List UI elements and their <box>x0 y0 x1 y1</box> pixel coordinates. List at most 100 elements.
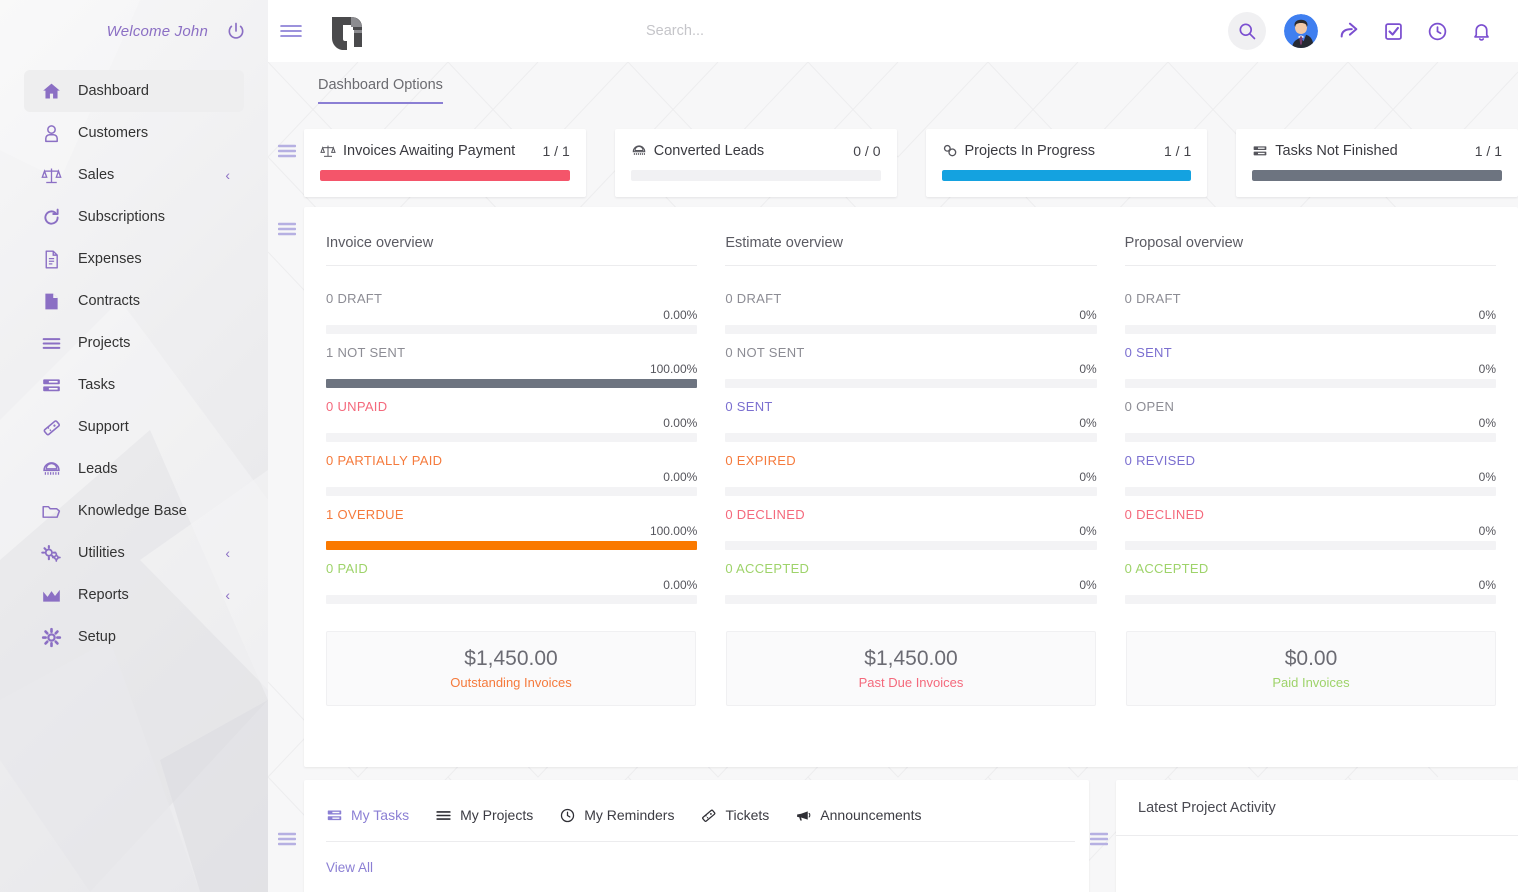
overview-row-percent: 0% <box>1478 308 1496 322</box>
total-box[interactable]: $1,450.00 Outstanding Invoices <box>326 631 696 707</box>
sidebar-item-subscriptions[interactable]: Subscriptions <box>24 196 244 238</box>
stat-progress-fill <box>320 170 570 181</box>
share-icon[interactable] <box>1336 18 1362 44</box>
tab-tickets[interactable]: Tickets <box>700 807 769 824</box>
refresh-icon <box>38 206 64 228</box>
overview-row: 0 DECLINED 0% <box>725 496 1097 550</box>
search-input[interactable] <box>646 23 946 39</box>
stat-card-label: Tasks Not Finished <box>1275 143 1398 159</box>
overview-row-percent: 0.00% <box>663 416 698 430</box>
sidebar-item-contracts[interactable]: Contracts <box>24 280 244 322</box>
tab-my-projects[interactable]: My Projects <box>435 807 533 824</box>
dashboard-content: Dashboard Options Invoices Awaiting Paym… <box>268 62 1518 892</box>
tab-divider <box>326 841 1075 842</box>
overview-row: 0 DRAFT 0.00% <box>326 280 698 334</box>
lines-icon <box>435 807 452 824</box>
stat-card-header: Converted Leads 0 / 0 <box>631 143 881 159</box>
overview-row-percent: 0.00% <box>663 308 698 322</box>
sidebar-item-projects[interactable]: Projects <box>24 322 244 364</box>
overview-row-label: 0 DRAFT <box>725 291 782 306</box>
my-tasks-panel: My Tasks My Projects My Reminders Tickets An… <box>304 780 1089 892</box>
drag-handle-tasks[interactable] <box>277 832 297 846</box>
sidebar-item-support[interactable]: Support <box>24 406 244 448</box>
sidebar-item-customers[interactable]: Customers <box>24 112 244 154</box>
overview-row: 0 SENT 0% <box>725 388 1097 442</box>
avatar[interactable] <box>1284 14 1318 48</box>
sidebar-header: Welcome John <box>0 0 268 62</box>
stat-card[interactable]: Projects In Progress 1 / 1 <box>925 129 1208 197</box>
overview-row-percent: 0.00% <box>663 578 698 592</box>
overview-row: 0 UNPAID 0.00% <box>326 388 698 442</box>
overview-progress-track <box>326 487 698 496</box>
overview-progress-track <box>725 595 1097 604</box>
app-logo[interactable] <box>330 11 366 51</box>
overview-row-label: 0 PARTIALLY PAID <box>326 453 443 468</box>
total-box[interactable]: $0.00 Paid Invoices <box>1126 631 1496 707</box>
main-area: Dashboard Options Invoices Awai <box>268 0 1518 892</box>
overview-progress-fill <box>326 379 698 388</box>
megaphone-icon <box>795 807 812 824</box>
chevron-left-icon: ‹ <box>225 167 230 183</box>
leads-icon <box>631 143 647 159</box>
tab-label: My Projects <box>460 807 534 823</box>
overview-progress-track <box>1124 487 1496 496</box>
sidebar-item-tasks[interactable]: Tasks <box>24 364 244 406</box>
chevron-left-icon: ‹ <box>225 545 230 561</box>
overview-progress-track <box>725 379 1097 388</box>
sidebar-item-expenses[interactable]: Expenses <box>24 238 244 280</box>
tab-announcements[interactable]: Announcements <box>795 807 921 824</box>
sidebar-item-reports[interactable]: Reports ‹ <box>24 574 244 616</box>
projects-icon <box>942 143 958 159</box>
checkbox-icon[interactable] <box>1380 18 1406 44</box>
search-icon[interactable] <box>1228 12 1266 50</box>
drag-handle-stats[interactable] <box>277 144 297 158</box>
overview-row-label: 0 SENT <box>725 399 773 414</box>
stat-card-count: 1 / 1 <box>542 143 570 159</box>
sidebar-item-setup[interactable]: Setup <box>24 616 244 658</box>
overview-row: 0 EXPIRED 0% <box>725 442 1097 496</box>
overview-title: Invoice overview <box>326 235 434 251</box>
stat-card-header: Projects In Progress 1 / 1 <box>942 143 1192 159</box>
gear-icon <box>38 626 64 648</box>
overview-title: Proposal overview <box>1124 235 1244 251</box>
tab-my-tasks[interactable]: My Tasks <box>326 807 409 824</box>
overview-row: 1 NOT SENT 100.00% <box>326 334 698 388</box>
overview-row: 0 DRAFT 0% <box>1124 280 1496 334</box>
power-icon[interactable] <box>226 21 246 41</box>
stat-card-count: 1 / 1 <box>1164 143 1192 159</box>
chart-icon <box>38 584 64 606</box>
tab-dashboard-options[interactable]: Dashboard Options <box>318 77 443 104</box>
total-label: Past Due Invoices <box>858 675 964 691</box>
sidebar-item-leads[interactable]: Leads <box>24 448 244 490</box>
hamburger-icon[interactable] <box>280 23 302 39</box>
clock-icon <box>559 807 576 824</box>
view-all-link[interactable]: View All <box>304 842 373 875</box>
tab-my-reminders[interactable]: My Reminders <box>559 807 674 824</box>
sidebar-item-label: Support <box>78 419 129 435</box>
stat-card[interactable]: Converted Leads 0 / 0 <box>614 129 897 197</box>
stat-card[interactable]: Tasks Not Finished 1 / 1 <box>1236 129 1518 197</box>
scales-icon <box>320 143 336 159</box>
overview-row-percent: 100.00% <box>649 524 698 538</box>
sidebar-item-label: Knowledge Base <box>78 503 187 519</box>
overview-row-label: 0 DECLINED <box>725 507 805 522</box>
overview-row-percent: 0% <box>1079 416 1097 430</box>
sidebar-item-sales[interactable]: Sales ‹ <box>24 154 244 196</box>
bell-icon[interactable] <box>1468 18 1494 44</box>
tasklist-icon <box>1252 143 1268 159</box>
sidebar-item-label: Projects <box>78 335 131 351</box>
overview-progress-track <box>326 595 698 604</box>
sidebar-item-label: Setup <box>78 629 116 645</box>
drag-handle-activity[interactable] <box>1089 832 1109 846</box>
overview-column: Estimate overview 0 DRAFT 0% 0 NOT SENT … <box>725 235 1097 604</box>
overview-progress-track <box>326 541 698 550</box>
sidebar-item-utilities[interactable]: Utilities ‹ <box>24 532 244 574</box>
overview-row: 0 ACCEPTED 0% <box>725 550 1097 604</box>
sidebar-item-knowledge-base[interactable]: Knowledge Base <box>24 490 244 532</box>
clock-icon[interactable] <box>1424 18 1450 44</box>
total-box[interactable]: $1,450.00 Past Due Invoices <box>726 631 1096 707</box>
total-label: Outstanding Invoices <box>450 675 572 691</box>
sidebar-item-dashboard[interactable]: Dashboard <box>24 70 244 112</box>
stat-card[interactable]: Invoices Awaiting Payment 1 / 1 <box>304 129 586 197</box>
drag-handle-overview[interactable] <box>277 222 297 236</box>
